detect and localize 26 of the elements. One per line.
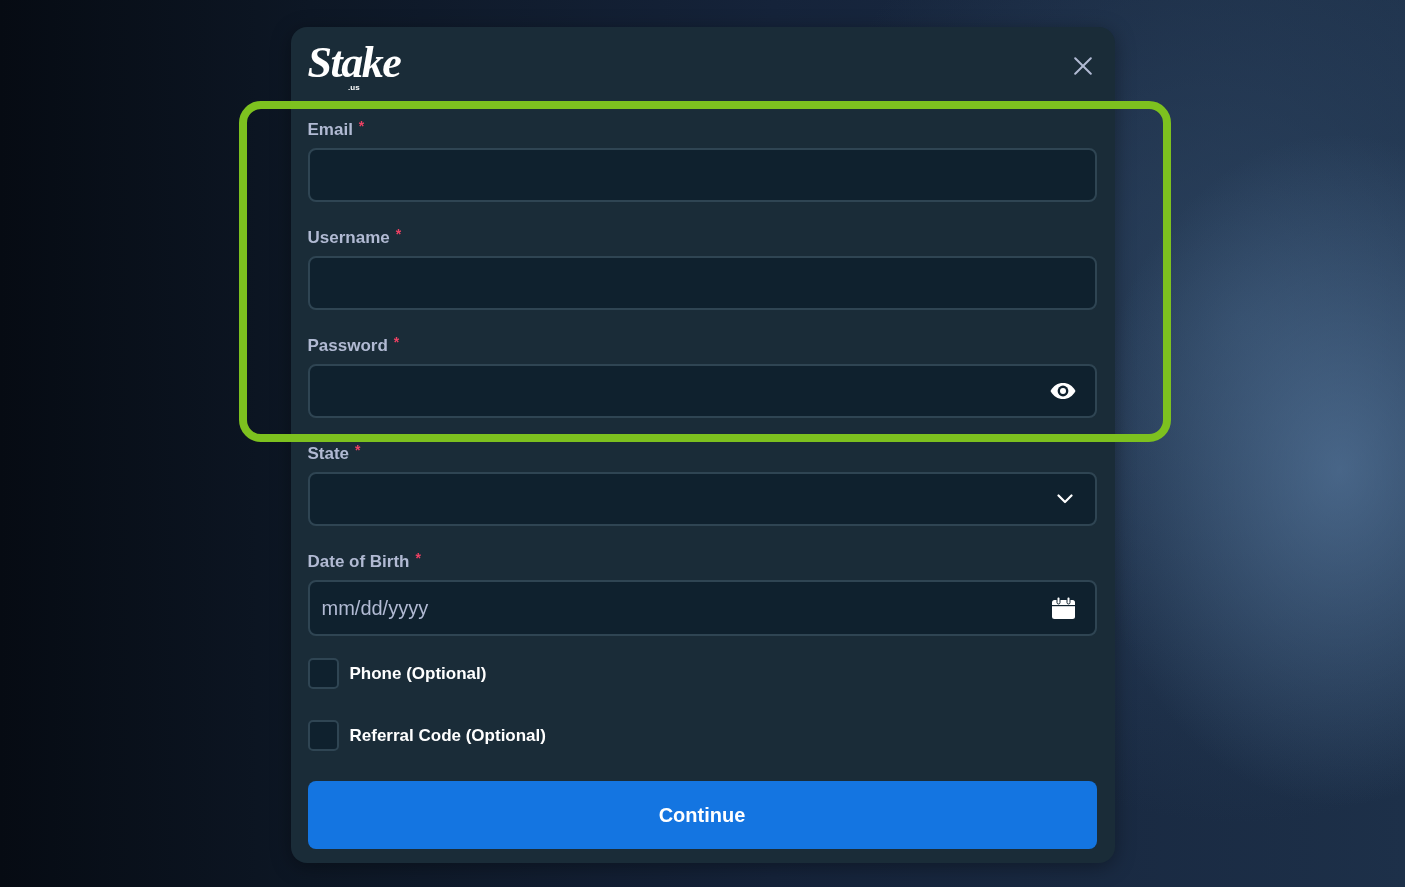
required-mark: * [355,444,361,456]
close-icon[interactable] [1073,57,1092,75]
checkbox-label[interactable]: Referral Code (Optional) [349,725,546,746]
field-label: Password [307,336,388,356]
continue-button[interactable]: Continue [307,781,1097,849]
field-label: Date of Birth [307,552,410,572]
password-input[interactable] [307,364,1097,418]
logo-wordmark: Stake [307,42,401,84]
date-input[interactable]: mm/dd/yyyy [307,580,1097,636]
checkbox-label[interactable]: Phone (Optional) [349,663,487,684]
calendar-icon[interactable] [1051,597,1075,619]
field-label: State [307,444,350,464]
required-mark: * [415,552,421,564]
checkbox[interactable] [307,658,339,689]
select-field[interactable] [307,472,1097,526]
required-mark: * [358,120,365,132]
logo-suffix: .us [348,84,360,92]
field-label: Username [307,228,390,248]
required-mark: * [393,336,400,348]
field-label: Email [307,120,353,140]
required-mark: * [395,228,402,240]
checkbox[interactable] [307,720,339,751]
eye-icon[interactable] [1049,382,1076,400]
text-input[interactable] [307,256,1097,310]
email-input[interactable] [307,148,1097,202]
chevron-down-icon[interactable] [1056,494,1073,504]
